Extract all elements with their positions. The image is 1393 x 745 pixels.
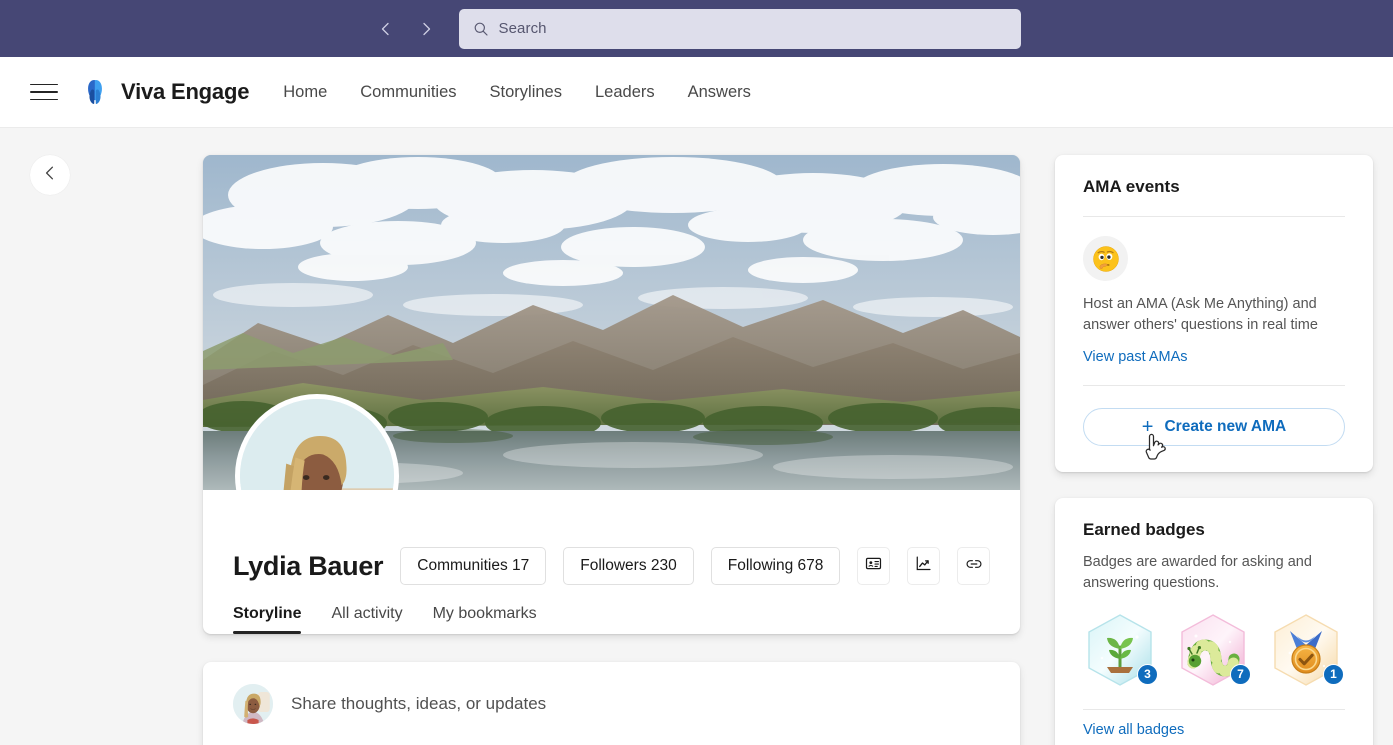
earned-badges-description: Badges are awarded for asking and answer… <box>1083 552 1345 595</box>
plus-icon: + <box>1142 417 1154 437</box>
page-title: Lydia Bauer <box>233 551 383 582</box>
profile-info: Lydia Bauer Communities 17 Followers 230… <box>203 490 1020 634</box>
view-past-amas-link[interactable]: View past AMAs <box>1083 349 1188 365</box>
chevron-left-icon <box>41 164 59 187</box>
app-navigation-bar: Viva Engage Home Communities Storylines … <box>0 57 1393 128</box>
badge-count: 3 <box>1137 664 1158 685</box>
page-back-button[interactable] <box>30 155 70 195</box>
badge-count: 1 <box>1323 664 1344 685</box>
nav-item-storylines[interactable]: Storylines <box>490 83 562 102</box>
contact-card-button[interactable] <box>857 547 890 585</box>
profile-card: Lydia Bauer Communities 17 Followers 230… <box>203 155 1020 634</box>
profile-name-row: Lydia Bauer Communities 17 Followers 230… <box>233 490 990 585</box>
badge-list: 3 7 <box>1083 611 1345 691</box>
tab-all-activity[interactable]: All activity <box>331 605 402 634</box>
cover-photo <box>203 155 1020 490</box>
divider <box>1083 385 1345 386</box>
create-new-ama-label: Create new AMA <box>1164 418 1286 436</box>
copy-link-button[interactable] <box>957 547 990 585</box>
ama-events-title: AMA events <box>1083 177 1345 197</box>
search-icon <box>473 21 489 37</box>
chevron-left-icon <box>378 21 394 37</box>
stat-communities[interactable]: Communities 17 <box>400 547 546 585</box>
divider <box>1083 709 1345 710</box>
create-new-ama-button[interactable]: + Create new AMA <box>1083 408 1345 446</box>
earned-badges-card: Earned badges Badges are awarded for ask… <box>1055 498 1373 745</box>
stat-followers[interactable]: Followers 230 <box>563 547 694 585</box>
chevron-right-icon <box>418 21 434 37</box>
right-rail: AMA events Host an AMA (Ask Me Any <box>1055 155 1373 745</box>
nav-item-home[interactable]: Home <box>283 83 327 102</box>
divider <box>1083 216 1345 217</box>
forward-nav-arrow[interactable] <box>413 16 439 42</box>
trending-chart-icon <box>915 555 932 577</box>
brand-home-link[interactable]: Viva Engage <box>80 77 249 107</box>
hamburger-menu-icon[interactable] <box>30 76 62 108</box>
brand-name: Viva Engage <box>121 79 249 105</box>
tab-storyline[interactable]: Storyline <box>233 605 301 634</box>
link-icon <box>965 555 983 578</box>
page-body: Lydia Bauer Communities 17 Followers 230… <box>0 128 1393 745</box>
search-placeholder: Search <box>499 20 547 37</box>
thinking-face-emoji-icon <box>1083 236 1128 281</box>
nav-item-leaders[interactable]: Leaders <box>595 83 655 102</box>
stat-following[interactable]: Following 678 <box>711 547 841 585</box>
view-all-badges-link[interactable]: View all badges <box>1083 722 1184 738</box>
compose-input-placeholder[interactable]: Share thoughts, ideas, or updates <box>291 694 546 714</box>
compose-row: Share thoughts, ideas, or updates <box>233 684 990 724</box>
nav-item-answers[interactable]: Answers <box>688 83 751 102</box>
badge-seedling[interactable]: 3 <box>1083 611 1157 691</box>
main-nav: Home Communities Storylines Leaders Answ… <box>283 83 751 102</box>
search-input[interactable]: Search <box>459 9 1021 49</box>
nav-arrows <box>373 16 439 42</box>
ama-description: Host an AMA (Ask Me Anything) and answer… <box>1083 294 1345 337</box>
badge-count: 7 <box>1230 664 1251 685</box>
center-column: Lydia Bauer Communities 17 Followers 230… <box>203 155 1020 745</box>
lydia-bauer-portrait-image <box>240 399 394 490</box>
lydia-bauer-portrait-image <box>233 684 273 724</box>
compose-post-card: Share thoughts, ideas, or updates <box>203 662 1020 745</box>
analytics-button[interactable] <box>907 547 940 585</box>
back-nav-arrow[interactable] <box>373 16 399 42</box>
badge-medal[interactable]: 1 <box>1269 611 1343 691</box>
viva-engage-logo-icon <box>80 77 110 107</box>
profile-tabs: Storyline All activity My bookmarks <box>233 605 990 634</box>
tab-my-bookmarks[interactable]: My bookmarks <box>433 605 537 634</box>
top-bar: Search <box>0 0 1393 57</box>
earned-badges-title: Earned badges <box>1083 520 1345 540</box>
nav-item-communities[interactable]: Communities <box>360 83 456 102</box>
ama-events-card: AMA events Host an AMA (Ask Me Any <box>1055 155 1373 472</box>
avatar[interactable] <box>235 394 399 490</box>
badge-caterpillar[interactable]: 7 <box>1176 611 1250 691</box>
compose-avatar[interactable] <box>233 684 273 724</box>
contact-card-icon <box>865 555 882 577</box>
